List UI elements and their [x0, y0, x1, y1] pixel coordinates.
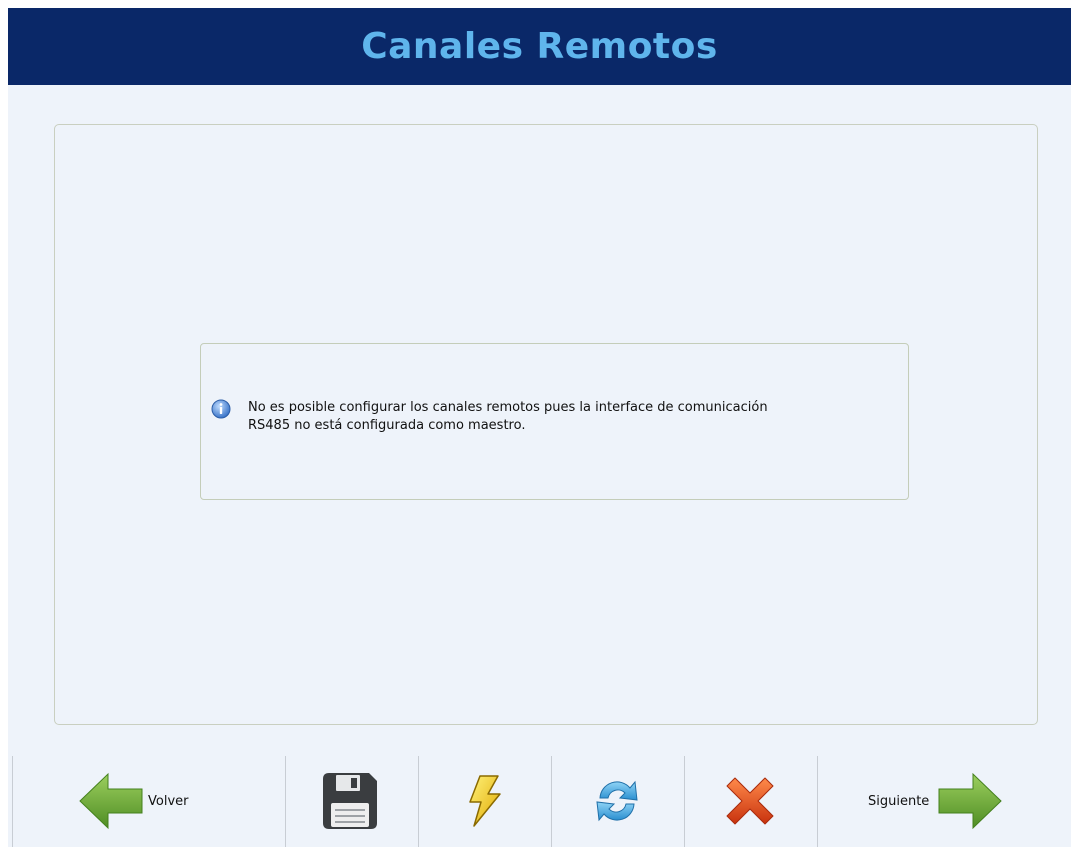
cancel-icon: [723, 774, 777, 828]
next-label: Siguiente: [868, 793, 930, 809]
toolbar-divider: [817, 756, 818, 847]
page-title: Canales Remotos: [361, 26, 718, 67]
message-line: RS485 no está configurada como maestro.: [248, 418, 526, 433]
flash-button[interactable]: [448, 770, 520, 832]
save-button[interactable]: [313, 770, 385, 832]
toolbar-divider: [551, 756, 552, 847]
back-button[interactable]: Volver: [78, 770, 218, 832]
message-line: No es posible configurar los canales rem…: [248, 400, 768, 415]
save-icon: [319, 771, 379, 831]
toolbar-divider: [12, 756, 13, 847]
toolbar: Volver Siguiente: [8, 754, 1071, 847]
refresh-button[interactable]: [581, 770, 653, 832]
toolbar-divider: [418, 756, 419, 847]
info-icon: [211, 399, 231, 419]
content-panel: No es posible configurar los canales rem…: [54, 124, 1038, 725]
toolbar-divider: [684, 756, 685, 847]
message-text: No es posible configurar los canales rem…: [248, 399, 868, 435]
refresh-icon: [590, 774, 644, 828]
header-bar: Canales Remotos: [8, 8, 1071, 85]
next-button[interactable]: Siguiente: [868, 770, 1028, 832]
next-arrow-icon: [937, 772, 1003, 830]
flash-icon: [464, 774, 504, 828]
back-arrow-icon: [78, 772, 144, 830]
toolbar-divider: [285, 756, 286, 847]
cancel-button[interactable]: [714, 770, 786, 832]
window: Canales Remotos No es posible configurar…: [8, 8, 1071, 847]
message-box: No es posible configurar los canales rem…: [200, 343, 909, 500]
back-label: Volver: [148, 793, 189, 809]
